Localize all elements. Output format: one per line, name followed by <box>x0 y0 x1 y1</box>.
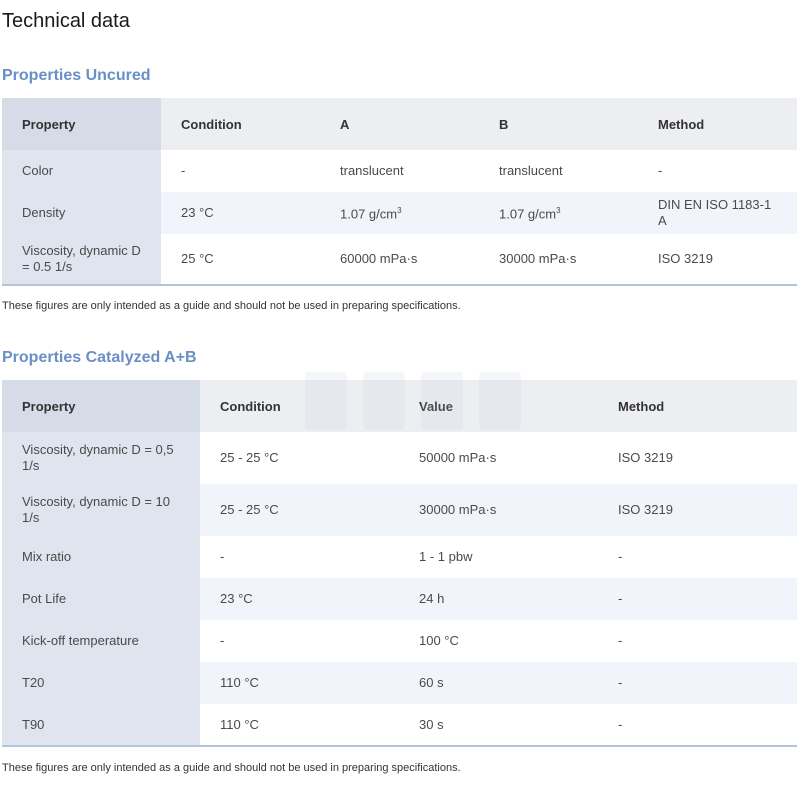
cell-value: 30 s <box>399 704 598 747</box>
cell-value: 24 h <box>399 578 598 620</box>
catalyzed-section-title: Properties Catalyzed A+B <box>2 349 197 366</box>
cell-condition: 110 °C <box>200 662 399 704</box>
header-condition: Condition <box>161 98 320 150</box>
table-row: Kick-off temperature - 100 °C - <box>2 620 797 662</box>
cell-method: ISO 3219 <box>598 484 797 536</box>
catalyzed-note: These figures are only intended as a gui… <box>2 762 461 774</box>
cell-value: 30000 mPa·s <box>399 484 598 536</box>
uncured-note: These figures are only intended as a gui… <box>2 300 461 312</box>
cell-b-sup: 3 <box>556 206 561 216</box>
cell-a-text: 1.07 g/cm <box>340 206 398 222</box>
page-title: Technical data <box>2 10 130 32</box>
cell-method: ISO 3219 <box>638 234 797 286</box>
header-b: B <box>479 98 638 150</box>
cell-value: 100 °C <box>399 620 598 662</box>
header-method: Method <box>598 380 797 432</box>
table-row: T20 110 °C 60 s - <box>2 662 797 704</box>
table-row: Viscosity, dynamic D = 0,5 1/s 25 - 25 °… <box>2 432 797 484</box>
cell-method: - <box>598 578 797 620</box>
cell-value: 60 s <box>399 662 598 704</box>
cell-method: - <box>598 620 797 662</box>
cell-property: T90 <box>2 704 200 747</box>
cell-a-sup: 3 <box>397 206 402 216</box>
cell-condition: 23 °C <box>200 578 399 620</box>
cell-condition: 110 °C <box>200 704 399 747</box>
cell-property: Viscosity, dynamic D = 0.5 1/s <box>2 234 161 286</box>
catalyzed-table: Property Condition Value Method Viscosit… <box>2 380 797 747</box>
cell-b: 30000 mPa·s <box>479 234 638 286</box>
header-property: Property <box>2 98 161 150</box>
header-method: Method <box>638 98 797 150</box>
cell-method: ISO 3219 <box>598 432 797 484</box>
cell-a: translucent <box>320 150 479 192</box>
cell-a: 1.07 g/cm3 <box>320 192 479 234</box>
table-row: Viscosity, dynamic D = 0.5 1/s 25 °C 600… <box>2 234 797 286</box>
cell-property: Kick-off temperature <box>2 620 200 662</box>
cell-value: 1 - 1 pbw <box>399 536 598 578</box>
cell-property: Viscosity, dynamic D = 0,5 1/s <box>2 432 200 484</box>
table-row: Pot Life 23 °C 24 h - <box>2 578 797 620</box>
cell-value: 50000 mPa·s <box>399 432 598 484</box>
header-value: Value <box>399 380 598 432</box>
table-row: Mix ratio - 1 - 1 pbw - <box>2 536 797 578</box>
cell-condition: - <box>200 620 399 662</box>
table-row: Density 23 °C 1.07 g/cm3 1.07 g/cm3 DIN … <box>2 192 797 234</box>
catalyzed-header-row: Property Condition Value Method <box>2 380 797 432</box>
cell-method: - <box>598 536 797 578</box>
table-row: T90 110 °C 30 s - <box>2 704 797 747</box>
cell-property: Color <box>2 150 161 192</box>
cell-condition: 23 °C <box>161 192 320 234</box>
cell-condition: - <box>161 150 320 192</box>
uncured-table: Property Condition A B Method Color - tr… <box>2 98 797 286</box>
cell-property: Mix ratio <box>2 536 200 578</box>
table-row: Color - translucent translucent - <box>2 150 797 192</box>
cell-condition: 25 - 25 °C <box>200 432 399 484</box>
cell-method: DIN EN ISO 1183-1 A <box>638 192 797 234</box>
cell-condition: - <box>200 536 399 578</box>
uncured-section-title: Properties Uncured <box>2 67 151 84</box>
cell-b: translucent <box>479 150 638 192</box>
cell-method: - <box>598 704 797 747</box>
cell-condition: 25 - 25 °C <box>200 484 399 536</box>
cell-condition: 25 °C <box>161 234 320 286</box>
cell-method: - <box>598 662 797 704</box>
cell-method: - <box>638 150 797 192</box>
cell-property: Density <box>2 192 161 234</box>
cell-property: Viscosity, dynamic D = 10 1/s <box>2 484 200 536</box>
header-property: Property <box>2 380 200 432</box>
header-a: A <box>320 98 479 150</box>
table-row: Viscosity, dynamic D = 10 1/s 25 - 25 °C… <box>2 484 797 536</box>
cell-property: Pot Life <box>2 578 200 620</box>
cell-a: 60000 mPa·s <box>320 234 479 286</box>
header-condition: Condition <box>200 380 399 432</box>
cell-b-text: 1.07 g/cm <box>499 206 557 222</box>
uncured-header-row: Property Condition A B Method <box>2 98 797 150</box>
cell-b: 1.07 g/cm3 <box>479 192 638 234</box>
cell-property: T20 <box>2 662 200 704</box>
